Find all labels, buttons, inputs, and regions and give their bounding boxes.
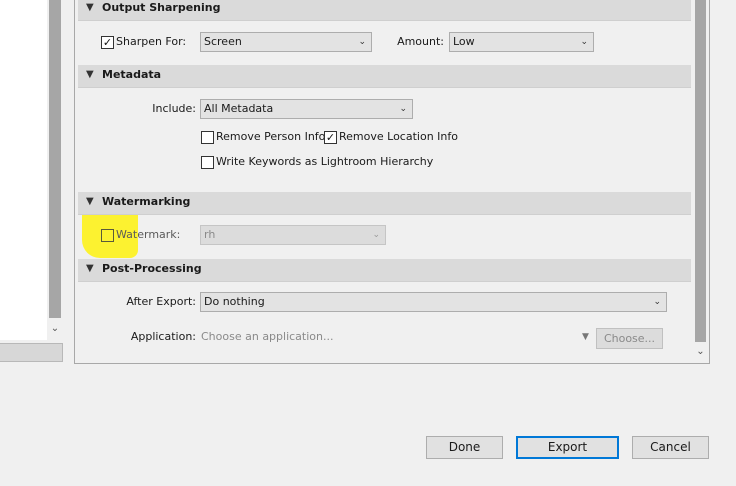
watermark-checkbox[interactable] [101, 229, 114, 242]
include-label: Include: [152, 102, 196, 115]
metadata-header[interactable]: ▼ Metadata [78, 65, 691, 88]
settings-scrollbar[interactable]: ⌄ [692, 0, 709, 362]
scrollbar-thumb[interactable] [49, 0, 61, 318]
select-value: All Metadata [204, 102, 274, 115]
cancel-button[interactable]: Cancel [632, 436, 709, 459]
amount-label: Amount: [397, 35, 444, 48]
choose-application-button[interactable]: Choose... [596, 328, 663, 349]
watermark-label: Watermark: [116, 228, 181, 241]
section-title: Post-Processing [102, 262, 202, 275]
application-input[interactable]: Choose an application... [201, 327, 571, 347]
write-keywords-label: Write Keywords as Lightroom Hierarchy [216, 155, 434, 168]
watermarking-header[interactable]: ▼ Watermarking [78, 192, 691, 215]
section-title: Output Sharpening [102, 1, 221, 14]
include-select[interactable]: All Metadata ⌄ [200, 99, 413, 119]
post-processing-header[interactable]: ▼ Post-Processing [78, 259, 691, 282]
select-value: Do nothing [204, 295, 265, 308]
collapse-triangle-icon: ▼ [86, 2, 94, 13]
amount-select[interactable]: Low ⌄ [449, 32, 594, 52]
export-button[interactable]: Export [516, 436, 619, 459]
checkmark-icon: ✓ [325, 131, 336, 144]
remove-person-info-label: Remove Person Info [216, 130, 326, 143]
scroll-down-arrow-icon[interactable]: ⌄ [47, 320, 63, 338]
chevron-down-icon: ⌄ [580, 37, 588, 47]
chevron-down-icon: ⌄ [653, 297, 661, 307]
scroll-down-arrow-icon[interactable]: ⌄ [692, 343, 709, 361]
collapse-triangle-icon: ▼ [86, 69, 94, 80]
remove-person-info-checkbox[interactable] [201, 131, 214, 144]
collapse-triangle-icon: ▼ [86, 196, 94, 207]
preset-list [0, 0, 47, 340]
preset-list-scrollbar[interactable]: ⌄ [47, 0, 63, 340]
done-button[interactable]: Done [426, 436, 503, 459]
output-sharpening-header[interactable]: ▼ Output Sharpening [78, 0, 691, 21]
scrollbar-thumb[interactable] [695, 0, 706, 342]
checkmark-icon: ✓ [102, 36, 113, 49]
chevron-down-icon: ⌄ [399, 104, 407, 114]
section-title: Watermarking [102, 195, 191, 208]
section-title: Metadata [102, 68, 162, 81]
collapse-triangle-icon: ▼ [86, 263, 94, 274]
preset-list-footer [0, 343, 63, 362]
remove-location-info-label: Remove Location Info [339, 130, 458, 143]
write-keywords-checkbox[interactable] [201, 156, 214, 169]
chevron-down-icon[interactable]: ▼ [582, 327, 589, 347]
after-export-label: After Export: [126, 295, 196, 308]
chevron-down-icon: ⌄ [358, 37, 366, 47]
select-value: rh [204, 228, 216, 241]
sharpen-for-select[interactable]: Screen ⌄ [200, 32, 372, 52]
sharpen-for-checkbox[interactable]: ✓ [101, 36, 114, 49]
sharpen-for-label: Sharpen For: [116, 35, 187, 48]
select-value: Low [453, 35, 475, 48]
watermark-select[interactable]: rh ⌄ [200, 225, 386, 245]
chevron-down-icon: ⌄ [372, 230, 380, 240]
application-placeholder: Choose an application... [201, 330, 334, 343]
application-label: Application: [130, 330, 196, 343]
select-value: Screen [204, 35, 242, 48]
after-export-select[interactable]: Do nothing ⌄ [200, 292, 667, 312]
remove-location-info-checkbox[interactable]: ✓ [324, 131, 337, 144]
